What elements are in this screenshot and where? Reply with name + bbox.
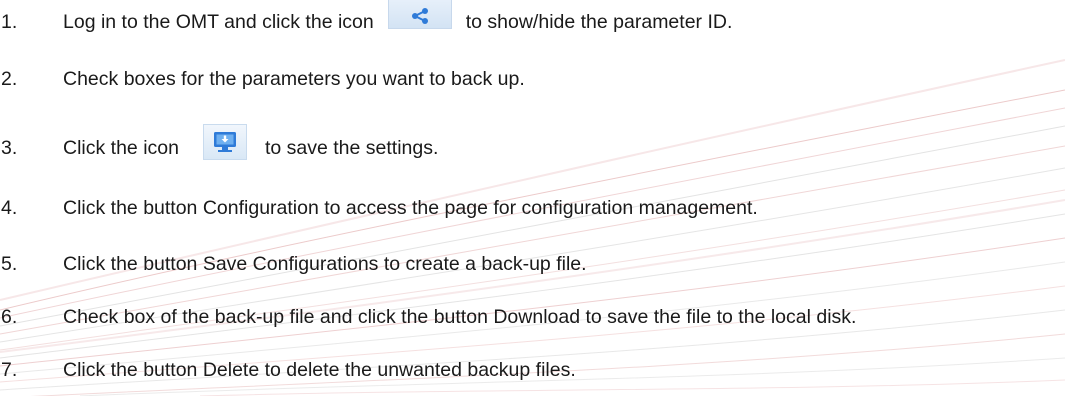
step-6: 6. Check box of the back-up file and cli… bbox=[0, 302, 856, 332]
step-number: 1. bbox=[1, 10, 18, 33]
save-download-icon bbox=[202, 124, 247, 160]
step-1: 1. Log in to the OMT and click the icon … bbox=[0, 0, 733, 37]
instruction-steps: 1. Log in to the OMT and click the icon … bbox=[0, 0, 1065, 396]
step-text: Check box of the back-up file and click … bbox=[63, 305, 857, 328]
step-text: Click the button Save Configurations to … bbox=[63, 252, 587, 275]
step-7: 7. Click the button Delete to delete the… bbox=[0, 355, 576, 385]
share-icon bbox=[387, 0, 452, 29]
step-text: Click the button Delete to delete the un… bbox=[63, 358, 576, 381]
step-number: 6. bbox=[1, 305, 18, 328]
step-text-after: to show/hide the parameter ID. bbox=[465, 10, 733, 33]
step-5: 5. Click the button Save Configurations … bbox=[0, 249, 587, 279]
step-2: 2. Check boxes for the parameters you wa… bbox=[0, 64, 525, 94]
step-text-after: to save the settings. bbox=[264, 136, 439, 159]
step-3: 3. Click the icon to save the settings. bbox=[0, 124, 439, 163]
step-4: 4. Click the button Configuration to acc… bbox=[0, 193, 758, 223]
step-number: 7. bbox=[1, 358, 18, 381]
step-text-before: Click the icon bbox=[63, 136, 179, 159]
step-text: Check boxes for the parameters you want … bbox=[63, 67, 525, 90]
step-text: Click the button Configuration to access… bbox=[63, 196, 758, 219]
step-number: 4. bbox=[1, 196, 18, 219]
step-number: 2. bbox=[1, 67, 18, 90]
step-number: 5. bbox=[1, 252, 18, 275]
step-number: 3. bbox=[1, 136, 18, 159]
step-text-before: Log in to the OMT and click the icon bbox=[63, 10, 374, 33]
